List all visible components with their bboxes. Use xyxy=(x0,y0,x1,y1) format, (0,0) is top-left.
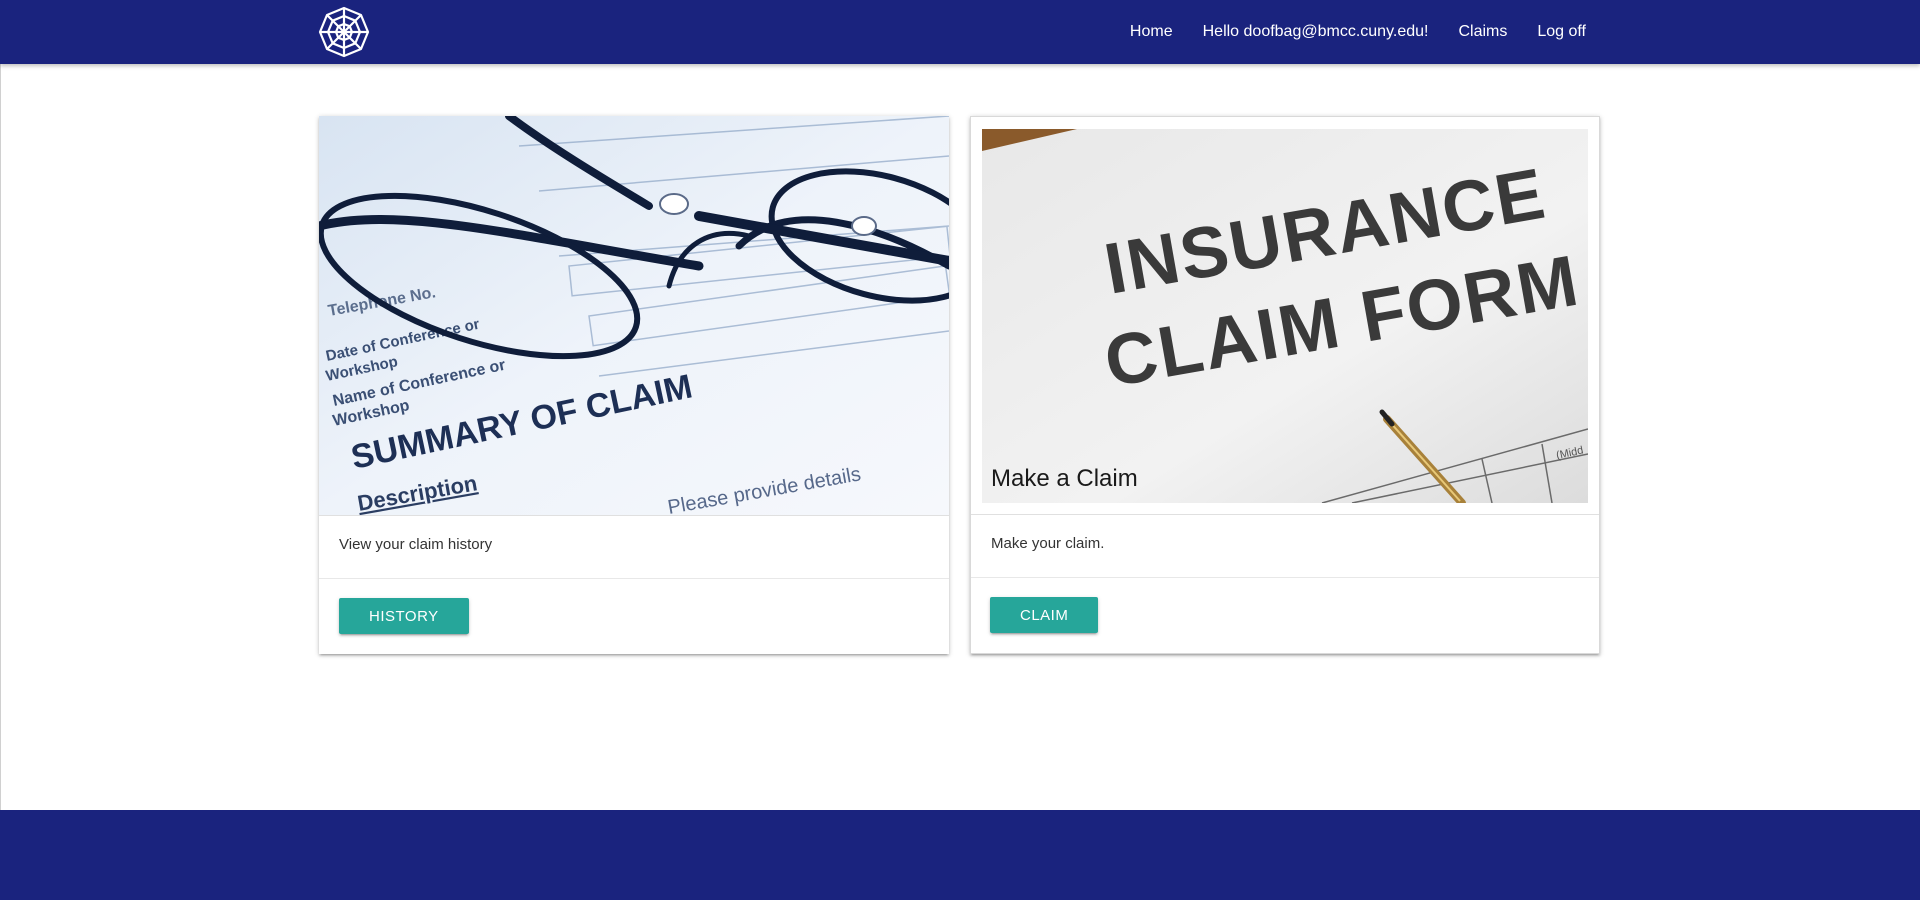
nav-logoff-link[interactable]: Log off xyxy=(1522,0,1586,64)
nav-claims-link[interactable]: Claims xyxy=(1443,0,1522,64)
page-footer xyxy=(0,810,1920,900)
nav-home-link[interactable]: Home xyxy=(1115,0,1188,64)
history-card: Telephone No. Date of Conference or Work… xyxy=(319,116,949,654)
spider-web-icon[interactable] xyxy=(318,6,370,58)
card-description: Make your claim. xyxy=(991,535,1105,552)
nav-links: Home Hello doofbag@bmcc.cuny.edu! Claims… xyxy=(1115,0,1586,64)
nav-user-greeting-link[interactable]: Hello doofbag@bmcc.cuny.edu! xyxy=(1188,0,1444,64)
page-left-border xyxy=(0,64,1,810)
card-image-divider xyxy=(971,514,1599,515)
card-image-title: Make a Claim xyxy=(991,465,1138,492)
history-button[interactable]: HISTORY xyxy=(339,598,469,634)
card-action-divider xyxy=(319,578,949,579)
claim-card: INSURANCE CLAIM FORM (Midd Make a Claim … xyxy=(970,116,1600,654)
card-description: View your claim history xyxy=(339,536,493,553)
claim-button[interactable]: CLAIM xyxy=(990,597,1099,633)
card-image-divider xyxy=(319,515,949,516)
top-navbar: Home Hello doofbag@bmcc.cuny.edu! Claims… xyxy=(0,0,1920,64)
insurance-claim-form-image: INSURANCE CLAIM FORM (Midd Make a Claim xyxy=(982,129,1588,503)
summary-of-claim-image: Telephone No. Date of Conference or Work… xyxy=(319,116,949,515)
card-action-divider xyxy=(971,577,1599,578)
